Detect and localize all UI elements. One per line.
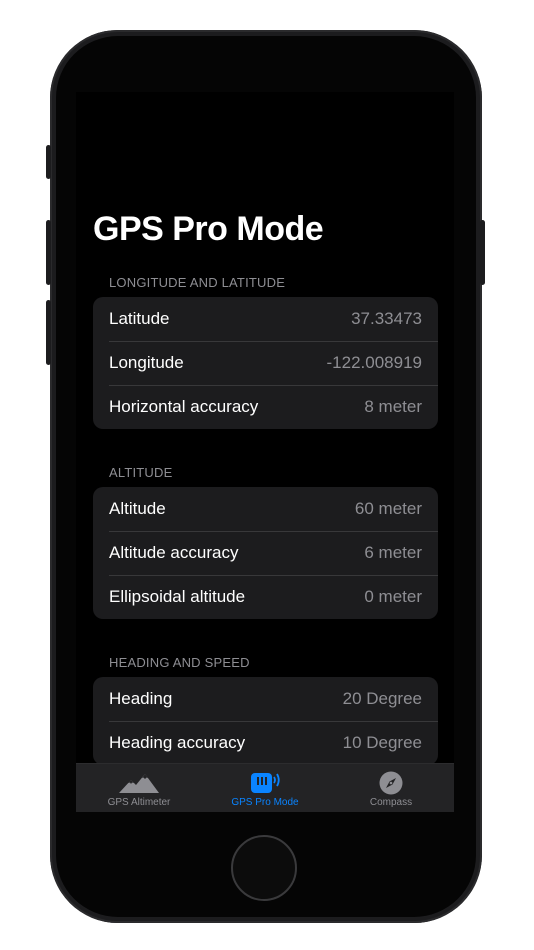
longitude-row: Longitude -122.008919	[93, 341, 438, 385]
row-value: 60 meter	[354, 499, 422, 518]
row-label: Longitude	[109, 353, 184, 372]
volume-up-button	[46, 220, 51, 285]
section-header-altitude: ALTITUDE	[109, 465, 173, 480]
tab-compass[interactable]: Compass	[328, 764, 454, 812]
ellipsoidal-altitude-row: Ellipsoidal altitude 0 meter	[93, 575, 438, 619]
gps-signal-icon	[244, 771, 286, 795]
row-label: Latitude	[109, 309, 170, 328]
tab-label: Compass	[369, 797, 413, 808]
horizontal-accuracy-row: Horizontal accuracy 8 meter	[93, 385, 438, 429]
row-label: Ellipsoidal altitude	[109, 587, 246, 606]
compass-icon	[370, 771, 412, 795]
altitude-accuracy-row: Altitude accuracy 6 meter	[93, 531, 438, 575]
tab-gps-pro-mode[interactable]: GPS Pro Mode	[202, 764, 328, 812]
latitude-row: Latitude 37.33473	[93, 297, 438, 341]
power-button	[480, 220, 485, 285]
row-label: Altitude	[109, 499, 166, 518]
row-value: 8 meter	[364, 397, 422, 416]
altitude-group: Altitude 60 meter Altitude accuracy 6 me…	[93, 487, 438, 619]
heading-accuracy-row: Heading accuracy 10 Degree	[93, 721, 438, 765]
row-value: 10 Degree	[342, 733, 422, 752]
app-screen: GPS Pro Mode LONGITUDE AND LATITUDE Lati…	[76, 92, 454, 812]
heading-row: Heading 20 Degree	[93, 677, 438, 721]
section-header-location: LONGITUDE AND LATITUDE	[109, 275, 286, 290]
location-group: Latitude 37.33473 Longitude -122.008919 …	[93, 297, 438, 429]
tab-gps-altimeter[interactable]: GPS Altimeter	[76, 764, 202, 812]
row-label: Heading	[109, 689, 173, 708]
row-value: -122.008919	[326, 353, 422, 372]
tab-label: GPS Pro Mode	[231, 797, 299, 808]
home-button[interactable]	[231, 835, 297, 901]
mute-switch	[46, 145, 51, 179]
row-value: 20 Degree	[342, 689, 422, 708]
row-value: 0 meter	[364, 587, 422, 606]
row-label: Horizontal accuracy	[109, 397, 259, 416]
row-label: Altitude accuracy	[109, 543, 239, 562]
tab-label: GPS Altimeter	[107, 797, 171, 808]
section-header-heading: HEADING AND SPEED	[109, 655, 250, 670]
mountains-icon	[118, 771, 160, 795]
page-title: GPS Pro Mode	[93, 210, 324, 248]
row-value: 37.33473	[351, 309, 422, 328]
altitude-row: Altitude 60 meter	[93, 487, 438, 531]
heading-group: Heading 20 Degree Heading accuracy 10 De…	[93, 677, 438, 765]
row-value: 6 meter	[364, 543, 422, 562]
tab-bar: GPS Altimeter GPS Pro Mode Compass	[76, 763, 454, 812]
volume-down-button	[46, 300, 51, 365]
row-label: Heading accuracy	[109, 733, 246, 752]
